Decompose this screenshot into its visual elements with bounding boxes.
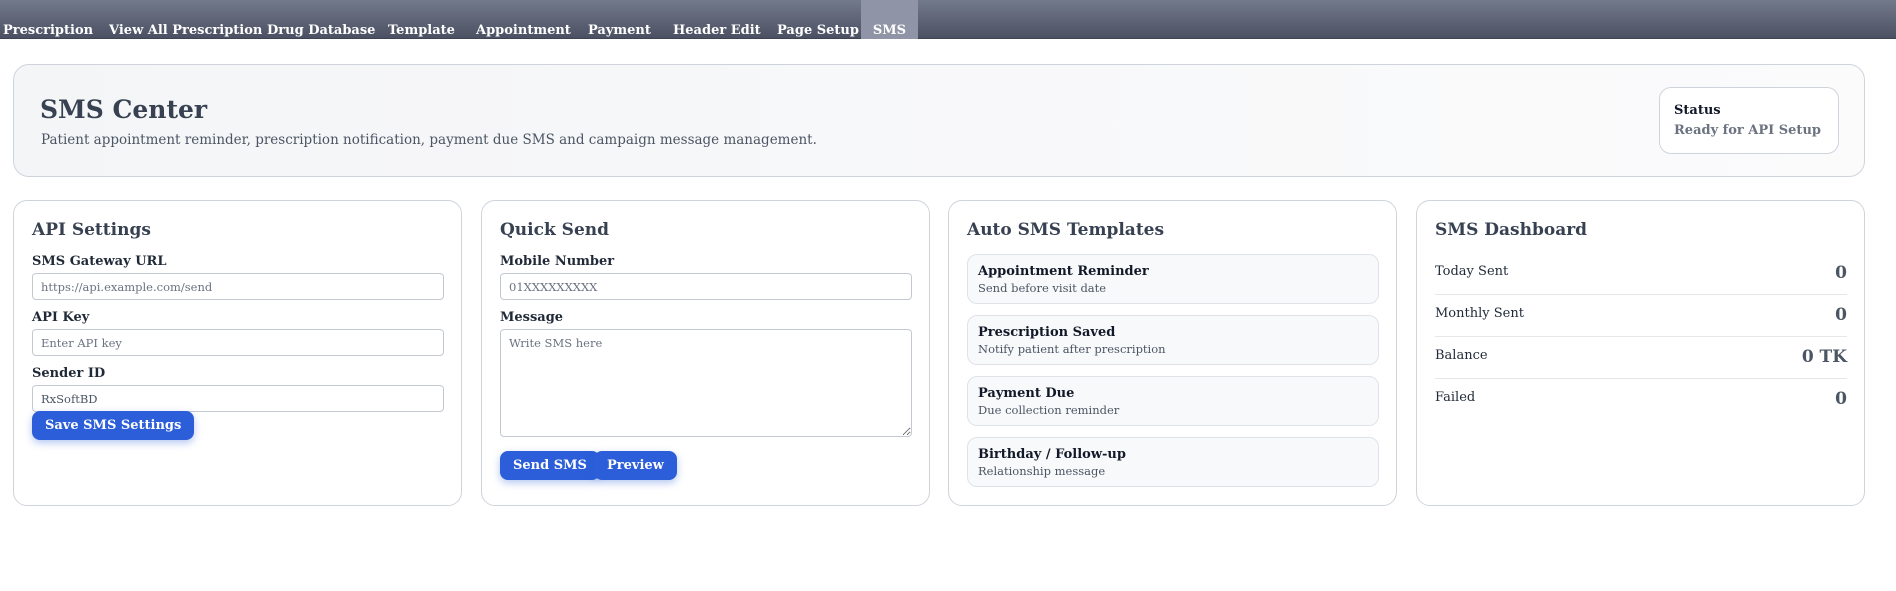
nav-item-page-setup[interactable]: Page Setup (777, 0, 859, 39)
template-title: Payment Due (978, 386, 1075, 401)
stat-value: 0 (1835, 389, 1847, 409)
preview-button[interactable]: Preview (594, 451, 677, 480)
nav-item-view-all-prescription[interactable]: View All Prescription (109, 0, 262, 39)
status-label: Status (1674, 103, 1721, 118)
nav-item-sms[interactable]: SMS (861, 0, 918, 39)
template-desc: Notify patient after prescription (978, 342, 1166, 356)
stat-balance: Balance 0 TK (1435, 337, 1847, 379)
template-desc: Send before visit date (978, 281, 1107, 295)
template-payment-due[interactable]: Payment Due Due collection reminder (967, 376, 1379, 426)
nav-item-appointment[interactable]: Appointment (476, 0, 571, 39)
status-box: Status Ready for API Setup (1659, 87, 1839, 154)
stat-value: 0 (1835, 263, 1847, 283)
nav-item-payment[interactable]: Payment (588, 0, 651, 39)
gateway-url-input[interactable] (32, 273, 444, 300)
mobile-number-input[interactable] (500, 273, 912, 300)
stat-monthly-sent: Monthly Sent 0 (1435, 295, 1847, 337)
stat-value: 0 TK (1801, 347, 1847, 367)
api-settings-card: API Settings SMS Gateway URL API Key Sen… (13, 200, 462, 506)
nav-item-prescription[interactable]: Prescription (3, 0, 93, 39)
template-title: Birthday / Follow-up (978, 447, 1126, 462)
save-sms-settings-button[interactable]: Save SMS Settings (32, 411, 195, 440)
api-key-label: API Key (32, 310, 90, 325)
nav-item-header-edit[interactable]: Header Edit (673, 0, 761, 39)
page-subtitle: Patient appointment reminder, prescripti… (41, 132, 817, 148)
sms-dashboard-title: SMS Dashboard (1435, 220, 1588, 240)
sms-dashboard-card: SMS Dashboard Today Sent 0 Monthly Sent … (1416, 200, 1865, 506)
nav-item-drug-database[interactable]: Drug Database (267, 0, 375, 39)
template-desc: Relationship message (978, 464, 1106, 478)
stat-label: Today Sent (1435, 264, 1509, 279)
mobile-number-label: Mobile Number (500, 254, 615, 269)
template-title: Appointment Reminder (978, 264, 1149, 279)
quick-send-title: Quick Send (500, 220, 610, 240)
page-title: SMS Center (40, 95, 208, 124)
stat-label: Failed (1435, 390, 1476, 405)
stat-failed: Failed 0 (1435, 379, 1847, 421)
template-birthday-follow-up[interactable]: Birthday / Follow-up Relationship messag… (967, 437, 1379, 487)
stat-label: Monthly Sent (1435, 306, 1524, 321)
template-title: Prescription Saved (978, 325, 1116, 340)
api-settings-title: API Settings (32, 220, 151, 240)
auto-sms-templates-title: Auto SMS Templates (967, 220, 1165, 240)
sender-id-label: Sender ID (32, 366, 106, 381)
auto-sms-templates-card: Auto SMS Templates Appointment Reminder … (948, 200, 1397, 506)
stat-label: Balance (1435, 348, 1488, 363)
api-key-input[interactable] (32, 329, 444, 356)
top-nav: Prescription View All Prescription Drug … (0, 0, 1896, 39)
send-sms-button[interactable]: Send SMS (500, 451, 600, 480)
message-textarea[interactable] (500, 329, 912, 437)
template-prescription-saved[interactable]: Prescription Saved Notify patient after … (967, 315, 1379, 365)
template-appointment-reminder[interactable]: Appointment Reminder Send before visit d… (967, 254, 1379, 304)
message-label: Message (500, 310, 564, 325)
page-header: SMS Center Patient appointment reminder,… (13, 64, 1865, 177)
stat-value: 0 (1835, 305, 1847, 325)
stat-today-sent: Today Sent 0 (1435, 253, 1847, 295)
gateway-url-label: SMS Gateway URL (32, 254, 167, 269)
sender-id-input[interactable] (32, 385, 444, 412)
nav-item-template[interactable]: Template (388, 0, 455, 39)
status-value: Ready for API Setup (1674, 123, 1821, 138)
template-desc: Due collection reminder (978, 403, 1120, 417)
quick-send-card: Quick Send Mobile Number Message Send SM… (481, 200, 930, 506)
